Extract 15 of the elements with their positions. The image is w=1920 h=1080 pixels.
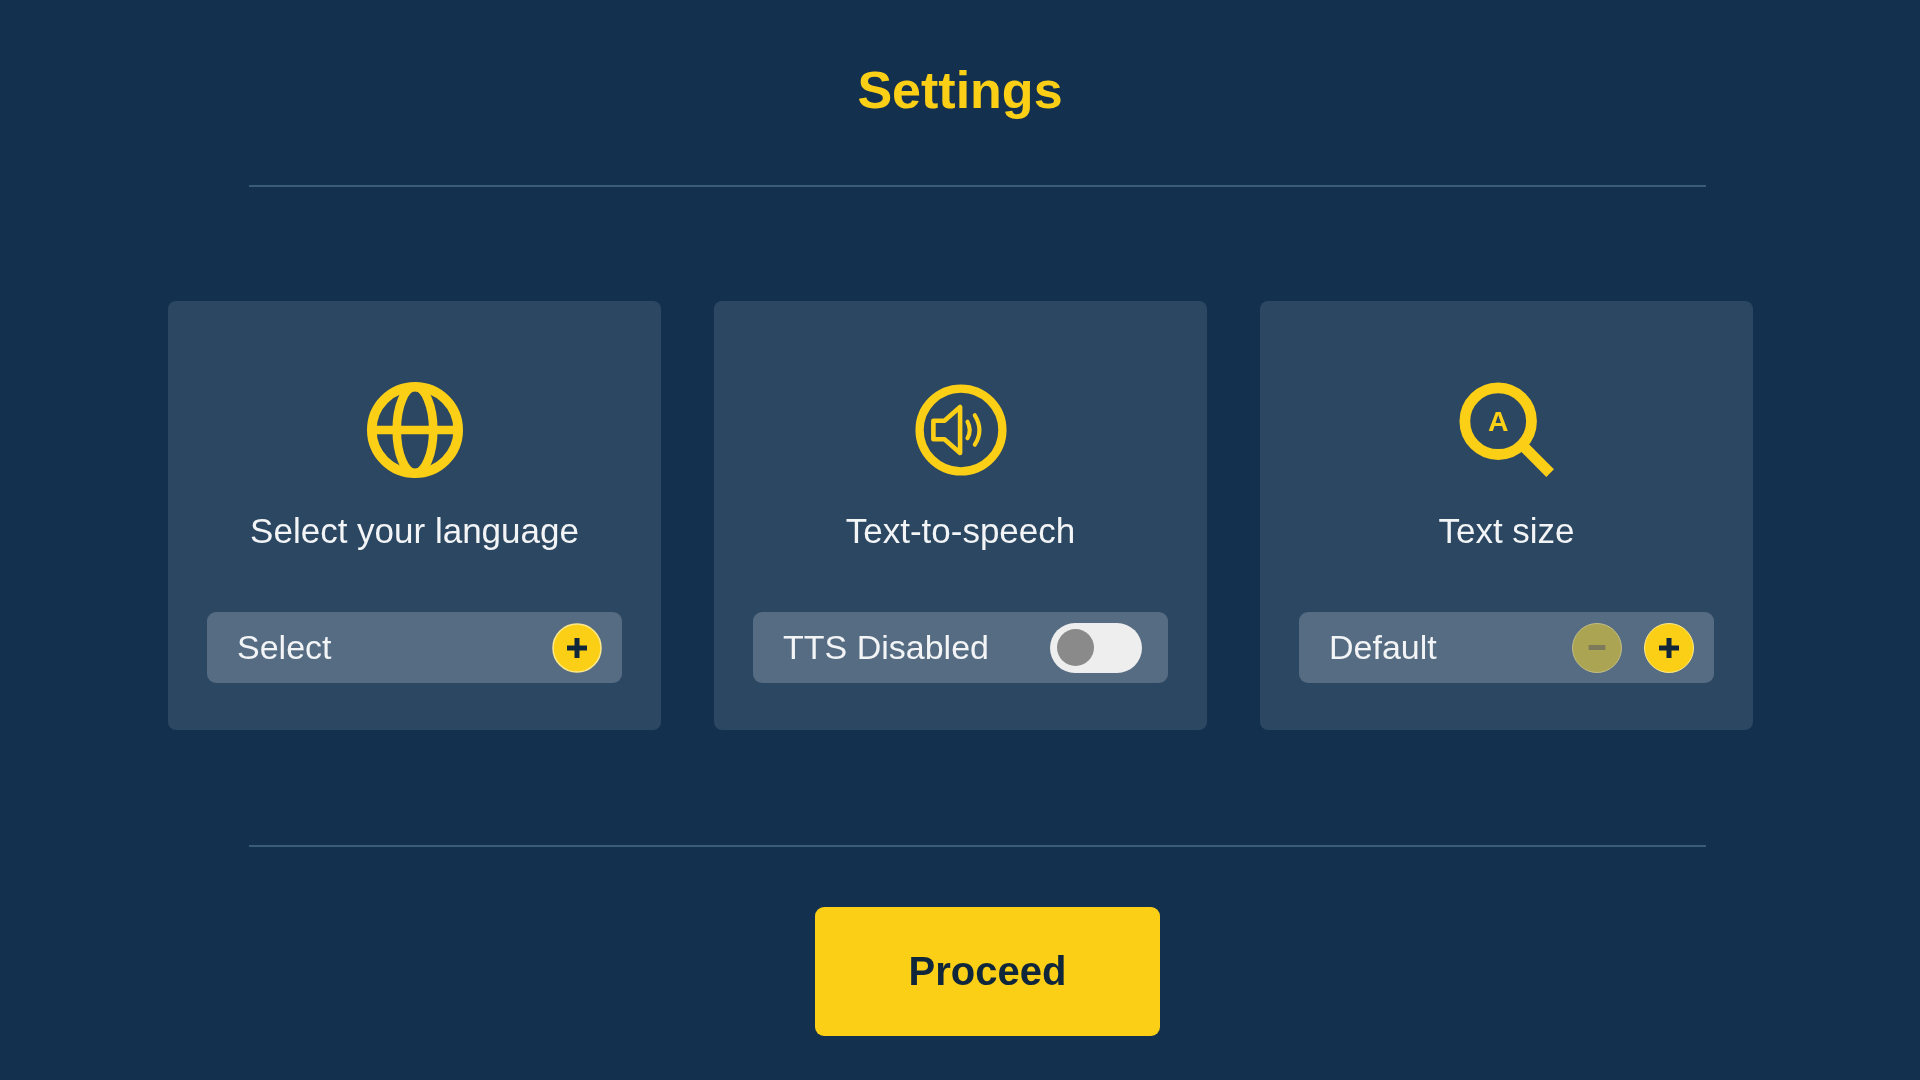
text-size-value: Default [1329, 628, 1437, 667]
page-title: Settings [857, 60, 1063, 121]
card-title: Text-to-speech [845, 510, 1076, 552]
minus-icon [1588, 645, 1606, 650]
language-select[interactable]: Select [207, 612, 622, 683]
card-title: Select your language [250, 510, 579, 552]
plus-icon [1659, 637, 1679, 658]
globe-icon [364, 382, 465, 478]
tts-status: TTS Disabled [783, 628, 989, 667]
increase-button[interactable] [1644, 622, 1694, 673]
proceed-button[interactable]: Proceed [815, 907, 1160, 1036]
toggle-switch[interactable] [1050, 622, 1142, 673]
plus-circle-icon [552, 622, 602, 673]
speaker-icon [913, 384, 1008, 476]
card-title: Text size [1438, 510, 1575, 552]
